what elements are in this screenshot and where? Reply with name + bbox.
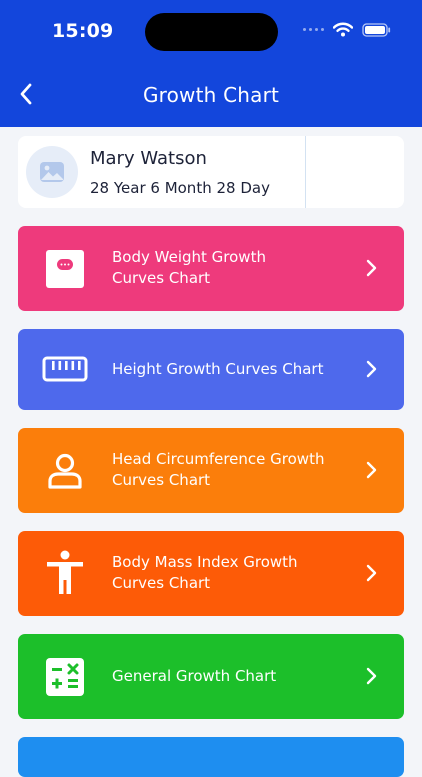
menu-icon-wrap xyxy=(42,346,88,392)
battery-icon xyxy=(362,22,391,37)
menu-icon-wrap xyxy=(42,654,88,700)
body-icon xyxy=(47,550,83,594)
profile-name: Mary Watson xyxy=(90,148,207,169)
scale-icon xyxy=(46,250,84,288)
avatar xyxy=(26,146,78,198)
chevron-right-icon xyxy=(366,667,377,685)
calculator-icon xyxy=(46,658,84,696)
profile-card[interactable]: Mary Watson 28 Year 6 Month 28 Day xyxy=(18,136,404,208)
card-divider xyxy=(305,136,306,208)
menu-label: Height Growth Curves Chart xyxy=(112,360,324,378)
status-time: 15:09 xyxy=(52,20,114,42)
chevron-right-icon xyxy=(366,461,377,479)
menu-item-general-growth[interactable]: General Growth Chart xyxy=(18,634,404,719)
chevron-right-icon xyxy=(366,259,377,277)
menu-icon-wrap xyxy=(42,550,88,596)
menu-item-head-circumference[interactable]: Head Circumference Growth Curves Chart xyxy=(18,428,404,513)
app-header: 15:09 Growth Chart xyxy=(0,0,422,127)
menu-icon-wrap xyxy=(42,448,88,494)
dynamic-island xyxy=(145,13,278,51)
profile-age: 28 Year 6 Month 28 Day xyxy=(90,179,270,197)
menu-label: General Growth Chart xyxy=(112,667,277,685)
menu-label: Body Weight Growth Curves Chart xyxy=(112,248,266,287)
cellular-dots-icon xyxy=(303,28,324,31)
menu-label: Head Circumference Growth Curves Chart xyxy=(112,450,325,489)
chevron-right-icon xyxy=(366,360,377,378)
status-icons xyxy=(303,22,391,37)
menu-item-height[interactable]: Height Growth Curves Chart xyxy=(18,329,404,410)
menu-item-bmi[interactable]: Body Mass Index Growth Curves Chart xyxy=(18,531,404,616)
page-title: Growth Chart xyxy=(142,83,280,107)
image-placeholder-icon xyxy=(40,162,64,182)
ruler-icon xyxy=(42,356,88,382)
menu-item-next[interactable] xyxy=(18,737,404,777)
chevron-right-icon xyxy=(366,564,377,582)
wifi-icon xyxy=(333,22,353,37)
menu-label: Body Mass Index Growth Curves Chart xyxy=(112,553,298,592)
menu-icon-wrap xyxy=(42,246,88,292)
menu-item-body-weight[interactable]: Body Weight Growth Curves Chart xyxy=(18,226,404,311)
person-icon xyxy=(48,453,82,489)
